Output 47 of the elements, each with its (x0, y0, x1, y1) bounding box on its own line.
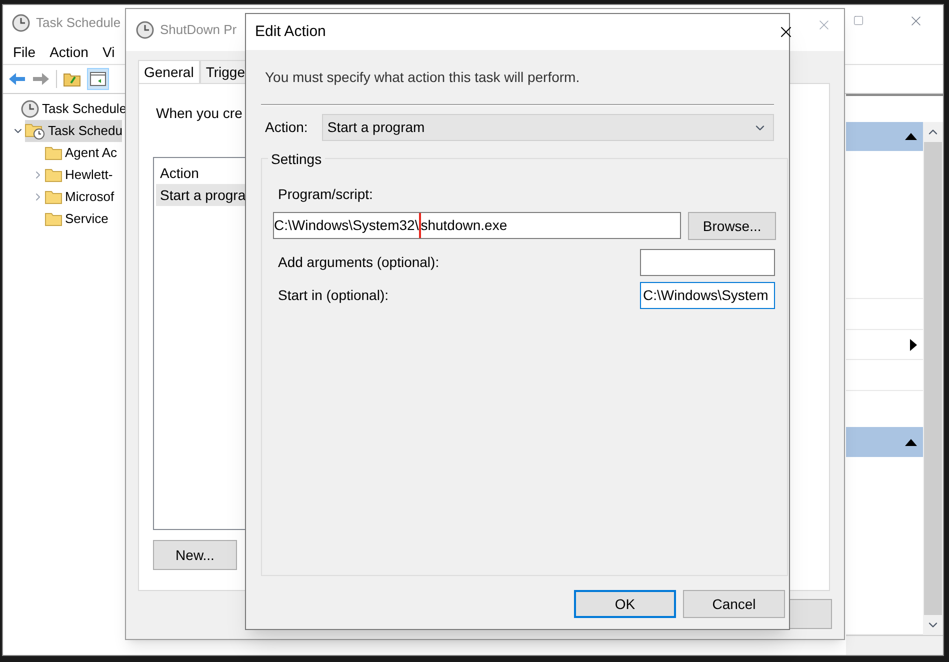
window-title: ShutDown Pr (160, 21, 237, 40)
highlighted-path: C:\Windows\System32\ (274, 212, 421, 238)
folder-icon (45, 212, 62, 226)
instruction-text: You must specify what action this task will perform. (264, 69, 580, 85)
tree-item[interactable]: Task Schedu (25, 120, 122, 142)
program-field[interactable]: C:\Windows\System32\shutdown.exe (273, 212, 682, 238)
dialog-title: Edit Action (255, 22, 326, 42)
show-pane-icon[interactable] (87, 68, 109, 90)
collapse-triangle-icon[interactable] (905, 133, 917, 140)
field-label: Start in (optional): (278, 286, 388, 305)
dialog-button[interactable]: Cancel (683, 590, 785, 618)
action-dropdown[interactable]: Start a program (322, 114, 774, 141)
folder-up-icon[interactable] (63, 71, 81, 87)
action-label: Action: (265, 118, 309, 137)
tree-item[interactable]: Hewlett- (45, 164, 113, 186)
submenu-arrow-icon[interactable] (910, 338, 917, 350)
folder-icon (45, 146, 62, 160)
tree-item[interactable]: Task Schedule (21, 98, 127, 120)
clock-icon (21, 100, 39, 118)
field-label: Program/script: (277, 185, 374, 204)
new-button[interactable]: New... (153, 540, 237, 570)
maximize-icon[interactable] (853, 15, 864, 26)
tree-item[interactable]: Service (45, 208, 108, 230)
scrollbar[interactable] (923, 122, 943, 635)
tab[interactable]: General (138, 60, 200, 83)
browse-button[interactable]: Browse... (688, 212, 776, 240)
folder-icon (45, 168, 62, 182)
tree-item[interactable]: Microsof (45, 186, 114, 208)
forward-arrow-icon[interactable] (32, 72, 50, 86)
app-icon (136, 21, 154, 39)
menu-item[interactable]: File (13, 42, 36, 62)
field-label: Add arguments (optional): (278, 253, 440, 272)
dialog-button[interactable]: OK (574, 590, 676, 618)
menu-item[interactable]: Action (50, 42, 88, 62)
folder-clock-icon (25, 122, 45, 140)
path-text: shutdown.exe (420, 216, 508, 234)
menu-item[interactable]: Vi (102, 42, 115, 62)
intro-text: When you cre (156, 104, 244, 123)
folder-icon (45, 190, 62, 204)
tree-item[interactable]: Agent Ac (45, 142, 118, 164)
app-icon (12, 14, 30, 32)
collapse-triangle-icon[interactable] (905, 438, 917, 446)
scroll-thumb[interactable] (924, 142, 942, 615)
window-title: Task Schedule (36, 14, 121, 32)
arguments-field[interactable] (640, 249, 775, 276)
start-in-field[interactable]: C:\Windows\System (640, 282, 775, 309)
back-arrow-icon[interactable] (8, 72, 26, 86)
